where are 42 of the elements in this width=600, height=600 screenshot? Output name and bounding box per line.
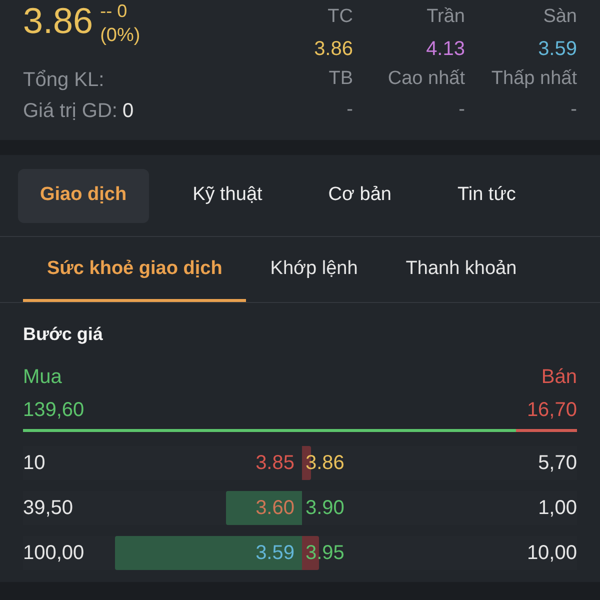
summary-value: - — [458, 98, 465, 122]
ask-price: 3.90 — [306, 496, 344, 520]
total-volume-label: Tổng KL: — [23, 68, 104, 92]
summary-value: - — [570, 98, 577, 122]
price-level-label: Trần — [426, 5, 465, 30]
buy-total: 139,60 — [23, 398, 84, 423]
tab[interactable]: Giao dịch — [18, 168, 149, 222]
bid-volume: 39,50 — [23, 496, 74, 520]
tab[interactable]: Cơ bản — [306, 168, 414, 222]
price-level-value: 3.86 — [314, 36, 353, 62]
ask-volume: 1,00 — [538, 496, 577, 520]
buy-label: Mua — [23, 365, 62, 390]
subtab[interactable]: Thanh khoản — [382, 237, 541, 302]
ask-price: 3.86 — [306, 450, 344, 476]
subtab[interactable]: Sức khoẻ giao dịch — [23, 237, 246, 302]
price-level-value: 4.13 — [426, 36, 465, 62]
last-price: 3.86 — [23, 2, 94, 40]
ask-volume: 5,70 — [538, 450, 577, 476]
bid-price: 3.59 — [256, 540, 294, 566]
sell-total: 16,70 — [526, 398, 577, 423]
section-title: Bước giá — [23, 323, 103, 346]
price-level-label: Sàn — [543, 5, 577, 30]
trade-value-label: Giá trị GD: — [23, 98, 118, 124]
subtab[interactable]: Khớp lệnh — [246, 237, 382, 302]
trade-value: 0 — [122, 98, 134, 124]
price-level-value: 3.59 — [538, 36, 577, 62]
price-level-label: TC — [328, 5, 353, 30]
ask-volume: 10,00 — [526, 540, 577, 566]
bid-price: 3.85 — [256, 450, 294, 476]
price-change: -- 0 — [100, 2, 128, 20]
price-change-percent: (0%) — [100, 24, 140, 48]
tab[interactable]: Tin tức — [435, 168, 538, 222]
summary-label: Cao nhất — [388, 67, 465, 92]
summary-value: - — [346, 98, 353, 122]
bid-price: 3.60 — [256, 496, 294, 520]
sell-label: Bán — [541, 365, 577, 390]
bid-volume: 10 — [23, 450, 46, 476]
tab[interactable]: Kỹ thuật — [170, 168, 284, 222]
summary-label: Thấp nhất — [491, 67, 577, 92]
ask-price: 3.95 — [306, 540, 344, 566]
bid-volume: 100,00 — [23, 540, 84, 566]
summary-label: TB — [328, 67, 353, 92]
